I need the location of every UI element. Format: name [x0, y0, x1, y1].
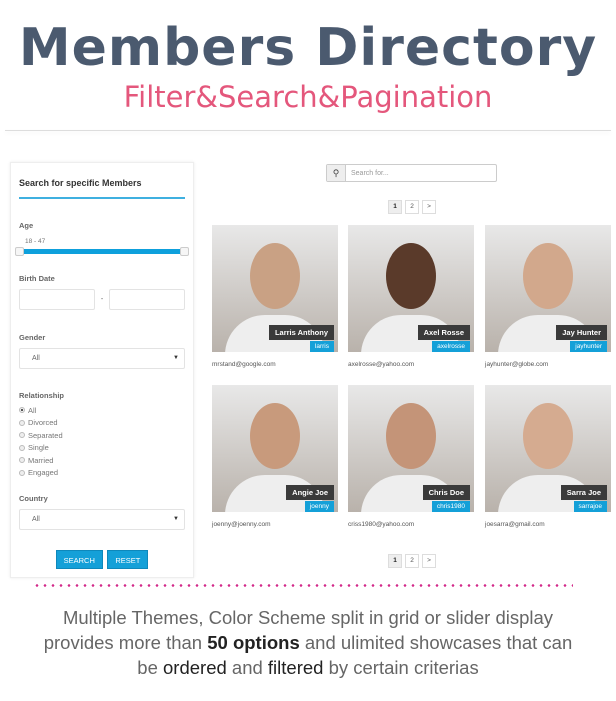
member-photo[interactable]: Larris Anthony larris	[212, 225, 338, 352]
divider	[5, 130, 611, 131]
next-page[interactable]: >	[422, 200, 436, 214]
country-select[interactable]: All ▼	[19, 509, 185, 530]
caret-down-icon: ▼	[173, 516, 179, 522]
age-range-value: 18 - 47	[25, 238, 46, 245]
text: and ulimited showcases that can	[299, 632, 573, 653]
text: and	[226, 657, 268, 678]
member-name: Jay Hunter	[556, 325, 607, 340]
age-slider[interactable]	[15, 247, 189, 257]
dotted-divider	[33, 584, 573, 587]
relationship-radio-group: All Divorced Separated Single Married Engaged	[19, 404, 185, 479]
member-card[interactable]: Sarra Joe sarrajoe joesarra@gmail.com	[485, 385, 611, 528]
reset-button[interactable]: RESET	[107, 550, 149, 569]
date-separator: -	[100, 296, 104, 303]
member-photo[interactable]: Sarra Joe sarrajoe	[485, 385, 611, 512]
country-value: All	[32, 516, 40, 523]
member-email: joenny@joenny.com	[212, 521, 271, 528]
birth-date-label: Birth Date	[19, 274, 55, 283]
member-email: mrstand@google.com	[212, 361, 276, 368]
gender-label: Gender	[19, 333, 46, 342]
promo-line-3: be ordered and filtered by certain crite…	[0, 655, 616, 680]
member-email: criss1980@yahoo.com	[348, 521, 415, 528]
search-box: ⚲ Search for...	[326, 164, 497, 182]
member-username[interactable]: joenny	[304, 501, 334, 512]
member-username[interactable]: chris1980	[431, 501, 470, 512]
radio-label: Single	[28, 443, 49, 453]
member-name: Axel Rosse	[417, 325, 470, 340]
member-email: joesarra@gmail.com	[485, 521, 545, 528]
page-2[interactable]: 2	[405, 200, 419, 214]
page-1[interactable]: 1	[388, 200, 402, 214]
promo-text: Multiple Themes, Color Scheme split in g…	[0, 605, 616, 680]
slider-max-handle[interactable]	[180, 247, 189, 256]
radio-label: Engaged	[28, 468, 59, 478]
member-name: Larris Anthony	[268, 325, 334, 340]
text: be	[137, 657, 163, 678]
member-card[interactable]: Chris Doe chris1980 criss1980@yahoo.com	[348, 385, 474, 528]
member-card[interactable]: Angie Joe joenny joenny@joenny.com	[212, 385, 338, 528]
member-email: jayhunter@globe.com	[485, 361, 549, 368]
pagination-bottom: 1 2 >	[388, 554, 436, 568]
search-icon[interactable]: ⚲	[327, 165, 346, 181]
member-card[interactable]: Larris Anthony larris mrstand@google.com	[212, 225, 338, 368]
member-username[interactable]: jayhunter	[570, 341, 607, 352]
search-input[interactable]: Search for...	[346, 165, 394, 181]
gender-select[interactable]: All ▼	[19, 348, 185, 369]
search-button[interactable]: SEARCH	[55, 550, 103, 569]
birth-date-from-input[interactable]	[19, 289, 95, 310]
member-name: Angie Joe	[286, 485, 334, 500]
page-title: Members Directory	[18, 18, 598, 78]
member-photo[interactable]: Chris Doe chris1980	[348, 385, 474, 512]
member-photo[interactable]: Axel Rosse axelrosse	[348, 225, 474, 352]
highlight-50-options: 50 options	[207, 632, 300, 653]
relationship-option[interactable]: Engaged	[19, 467, 185, 480]
member-email: axelrosse@yahoo.com	[348, 361, 415, 368]
member-card[interactable]: Axel Rosse axelrosse axelrosse@yahoo.com	[348, 225, 474, 368]
text: provides more than	[43, 632, 208, 653]
radio-label: Divorced	[28, 418, 58, 428]
radio-icon[interactable]	[19, 444, 25, 451]
page-2[interactable]: 2	[405, 554, 419, 568]
filter-sidebar: Search for specific Members Age 18 - 47 …	[10, 162, 194, 578]
caret-down-icon: ▼	[173, 355, 179, 361]
relationship-label: Relationship	[19, 391, 65, 400]
page-subtitle: Filter&Search&Pagination	[123, 80, 493, 114]
slider-min-handle[interactable]	[15, 247, 24, 256]
relationship-option[interactable]: Married	[19, 454, 185, 467]
member-username[interactable]: larris	[309, 341, 334, 352]
radio-label: Married	[28, 455, 54, 465]
pagination-top: 1 2 >	[388, 200, 436, 214]
birth-date-to-input[interactable]	[109, 289, 185, 310]
radio-icon[interactable]	[19, 407, 25, 414]
member-photo[interactable]: Angie Joe joenny	[212, 385, 338, 512]
sidebar-heading: Search for specific Members	[19, 178, 185, 199]
next-page[interactable]: >	[422, 554, 436, 568]
member-username[interactable]: axelrosse	[432, 341, 470, 352]
member-name: Sarra Joe	[560, 485, 607, 500]
relationship-option[interactable]: All	[19, 404, 185, 417]
radio-label: Separated	[28, 430, 63, 440]
gender-value: All	[32, 355, 40, 362]
radio-icon[interactable]	[19, 469, 25, 476]
page-1[interactable]: 1	[388, 554, 402, 568]
radio-icon[interactable]	[19, 457, 25, 464]
promo-line-1: Multiple Themes, Color Scheme split in g…	[62, 607, 554, 628]
member-card[interactable]: Jay Hunter jayhunter jayhunter@globe.com	[485, 225, 611, 368]
text: by certain criterias	[323, 657, 479, 678]
relationship-option[interactable]: Divorced	[19, 417, 185, 430]
relationship-option[interactable]: Separated	[19, 429, 185, 442]
country-label: Country	[19, 494, 48, 503]
radio-icon[interactable]	[19, 419, 25, 426]
radio-icon[interactable]	[19, 432, 25, 439]
member-name: Chris Doe	[422, 485, 470, 500]
age-label: Age	[19, 221, 34, 230]
promo-line-2: provides more than 50 options and ulimit…	[0, 630, 616, 655]
relationship-option[interactable]: Single	[19, 442, 185, 455]
highlight-filtered: filtered	[267, 657, 324, 678]
member-photo[interactable]: Jay Hunter jayhunter	[485, 225, 611, 352]
member-username[interactable]: sarrajoe	[573, 501, 607, 512]
highlight-ordered: ordered	[163, 657, 227, 678]
radio-label: All	[28, 405, 37, 415]
